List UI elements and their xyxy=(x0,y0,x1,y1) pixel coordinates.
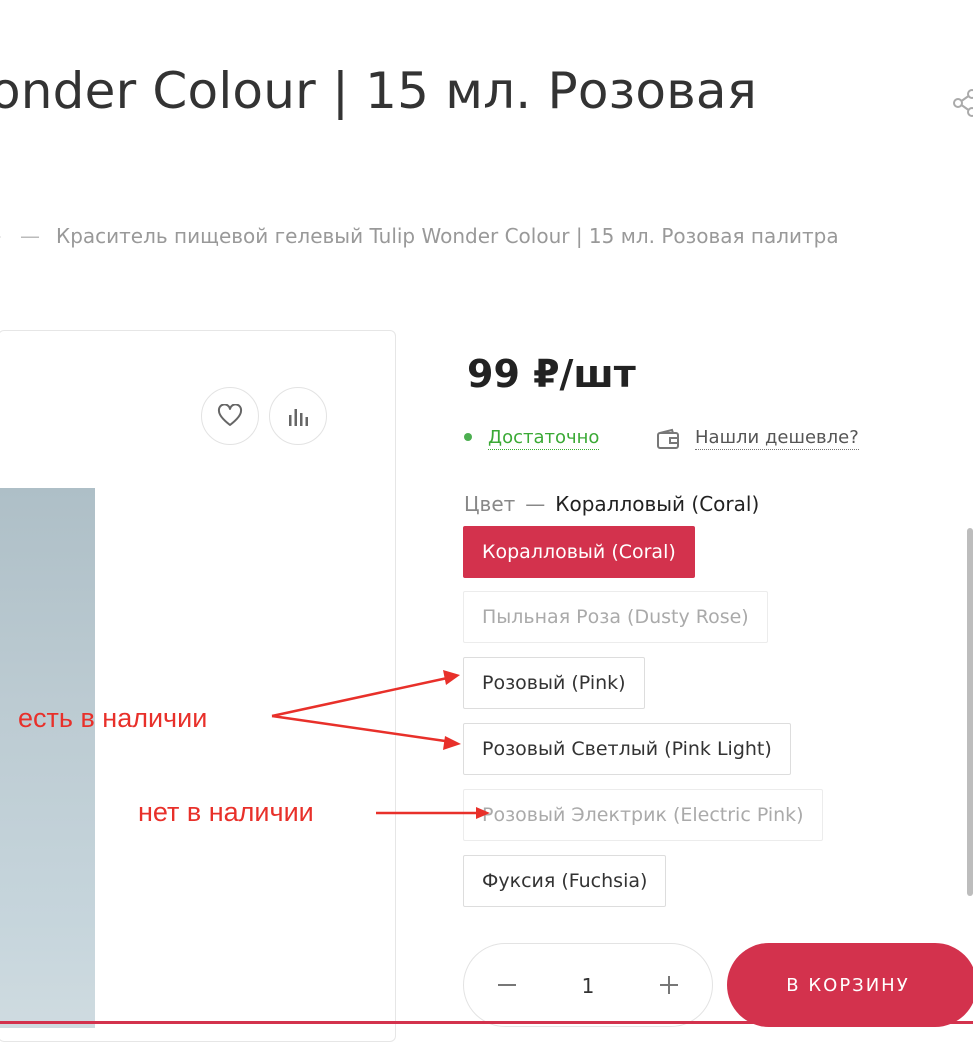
arrowhead-pink xyxy=(443,670,460,685)
color-separator: — xyxy=(525,492,546,516)
quantity-stepper: 1 xyxy=(463,943,713,1027)
breadcrumb-chevron: › xyxy=(0,224,2,248)
breadcrumb-separator: — xyxy=(20,224,40,248)
scrollbar[interactable] xyxy=(967,528,973,896)
stock-status[interactable]: Достаточно xyxy=(488,427,600,450)
color-option-pink-light[interactable]: Розовый Светлый (Pink Light) xyxy=(463,723,791,775)
favorite-button[interactable] xyxy=(201,387,259,445)
arrowhead-pink-light xyxy=(443,736,461,750)
heart-icon xyxy=(217,404,243,426)
plus-icon[interactable] xyxy=(654,970,684,1000)
annotation-out-of-stock: нет в наличии xyxy=(138,797,314,827)
color-option-dusty-rose[interactable]: Пыльная Роза (Dusty Rose) xyxy=(463,591,768,643)
color-option-coral[interactable]: Коралловый (Coral) xyxy=(463,526,695,578)
color-label: Цвет xyxy=(464,492,516,516)
color-option-electric-pink[interactable]: Розовый Электрик (Electric Pink) xyxy=(463,789,823,841)
breadcrumb: › — Краситель пищевой гелевый Tulip Wond… xyxy=(0,224,839,248)
compare-button[interactable] xyxy=(269,387,327,445)
product-image[interactable] xyxy=(0,488,95,1028)
breadcrumb-current: Краситель пищевой гелевый Tulip Wonder C… xyxy=(56,224,839,248)
product-price: 99 ₽/шт xyxy=(467,352,636,396)
color-option-pink[interactable]: Розовый (Pink) xyxy=(463,657,645,709)
color-value: Коралловый (Coral) xyxy=(555,492,760,516)
color-option-fuchsia[interactable]: Фуксия (Fuchsia) xyxy=(463,855,667,907)
stock-indicator-dot xyxy=(464,433,472,441)
product-title: onder Colour | 15 мл. Розовая xyxy=(0,62,757,120)
compare-icon xyxy=(289,409,308,426)
add-to-cart-button[interactable]: В КОРЗИНУ xyxy=(727,943,973,1027)
share-icon[interactable] xyxy=(952,88,973,118)
found-cheaper-link[interactable]: Нашли дешевле? xyxy=(695,427,859,450)
annotation-in-stock: есть в наличии xyxy=(18,703,208,733)
wallet-icon xyxy=(657,428,679,449)
color-selected-row: Цвет — Коралловый (Coral) xyxy=(464,492,759,516)
